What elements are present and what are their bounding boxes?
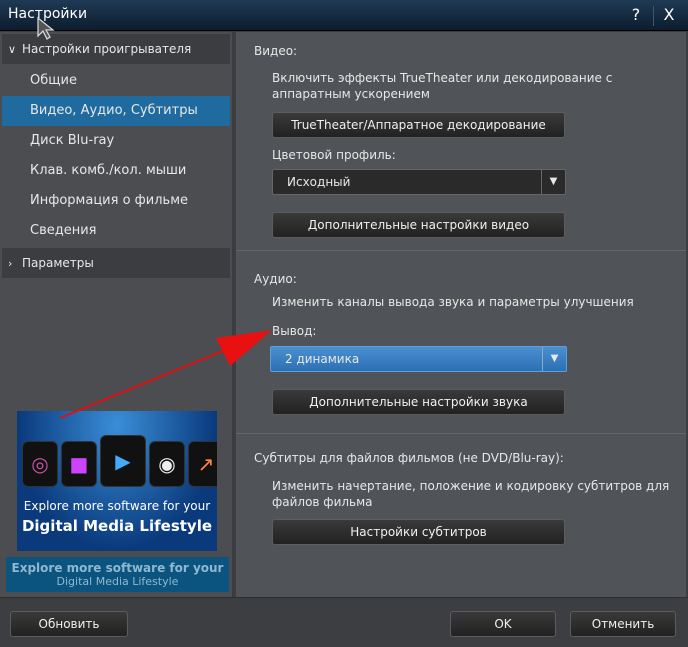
mouse-cursor-icon: [37, 16, 55, 40]
annotation-arrow: [59, 330, 272, 419]
